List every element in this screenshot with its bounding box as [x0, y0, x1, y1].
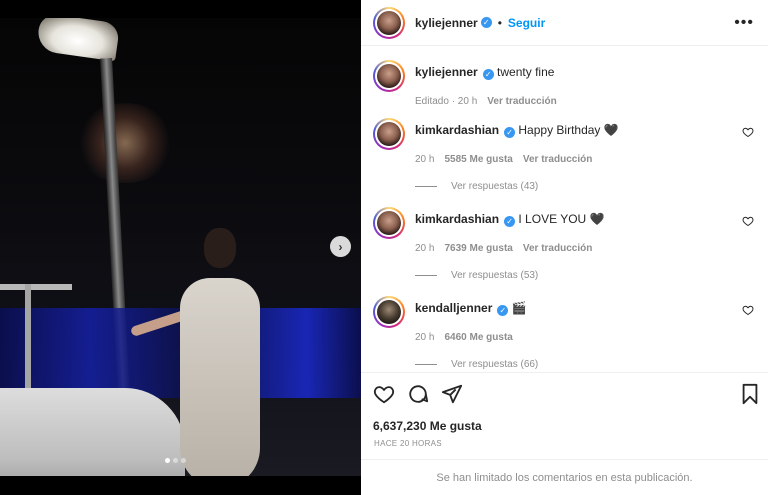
comment-icon[interactable] — [407, 383, 429, 405]
caption: kyliejenner ✓ twenty fine Editado · 20 h … — [373, 58, 758, 107]
carousel-dot — [181, 458, 186, 463]
view-replies-button[interactable]: Ver respuestas (43) — [415, 181, 758, 192]
translate-link[interactable]: Ver traducción — [523, 243, 592, 254]
photo-figure — [129, 228, 265, 476]
next-arrow-button[interactable]: › — [330, 236, 351, 257]
caption-meta: Editado · 20 h Ver traducción — [415, 96, 758, 107]
comment-text: Happy Birthday 🖤 — [518, 123, 619, 137]
comment-time: 20 h — [415, 332, 435, 343]
avatar[interactable] — [373, 60, 405, 92]
post-likes-count[interactable]: 6,637,230 Me gusta — [373, 419, 482, 433]
photo-lamp — [35, 18, 121, 62]
verified-badge-icon: ✓ — [504, 216, 516, 227]
bookmark-icon[interactable] — [739, 383, 761, 405]
separator: • — [497, 15, 502, 30]
caption-edited: Editado · 20 h — [415, 96, 478, 107]
photo-firework — [75, 103, 175, 183]
replies-label: Ver respuestas (66) — [451, 359, 539, 370]
heart-icon[interactable] — [742, 215, 754, 227]
verified-badge-icon: ✓ — [497, 305, 509, 316]
post-header: kyliejenner ✓ • Seguir ••• — [361, 0, 768, 46]
chevron-right-icon: › — [338, 239, 343, 254]
caption-text: twenty fine — [497, 65, 555, 79]
replies-label: Ver respuestas (53) — [451, 270, 539, 281]
avatar[interactable] — [373, 207, 405, 239]
heart-icon[interactable] — [373, 383, 395, 405]
heart-icon[interactable] — [742, 126, 754, 138]
comment-item: kendalljenner ✓ 🎬 20 h 6460 Me gusta Ver … — [373, 294, 758, 370]
comment-likes[interactable]: 7639 Me gusta — [444, 243, 512, 254]
follow-button[interactable]: Seguir — [508, 16, 545, 30]
comment-username[interactable]: kendalljenner — [415, 301, 492, 315]
comment-time: 20 h — [415, 154, 435, 165]
paper-plane-icon[interactable] — [441, 383, 463, 405]
more-options-icon[interactable]: ••• — [734, 14, 754, 32]
comment-meta: 20 h 7639 Me gusta Ver traducción — [415, 243, 758, 254]
comment-meta: 20 h 6460 Me gusta — [415, 332, 758, 343]
comment-username[interactable]: kimkardashian — [415, 123, 499, 137]
comment-item: kimkardashian ✓ Happy Birthday 🖤 20 h 558… — [373, 116, 758, 192]
verified-badge-icon: ✓ — [504, 127, 516, 138]
avatar[interactable] — [373, 6, 405, 39]
post-media: › — [0, 0, 361, 495]
comment-likes[interactable]: 5585 Me gusta — [444, 154, 512, 165]
post-time-ago: HACE 20 HORAS — [374, 439, 442, 448]
view-replies-button[interactable]: Ver respuestas (53) — [415, 270, 758, 281]
comment-meta: 20 h 5585 Me gusta Ver traducción — [415, 154, 758, 165]
heart-icon[interactable] — [742, 304, 754, 316]
view-replies-button[interactable]: Ver respuestas (66) — [415, 359, 758, 370]
verified-badge-icon: ✓ — [482, 69, 494, 80]
post-photo — [0, 18, 361, 476]
post-actions: 6,637,230 Me gusta HACE 20 HORAS Se han … — [361, 372, 768, 495]
translate-link[interactable]: Ver traducción — [523, 154, 592, 165]
author-username[interactable]: kyliejenner — [415, 16, 478, 30]
carousel-dots — [165, 458, 186, 463]
photo-boat — [0, 388, 185, 476]
photo-rail — [0, 284, 72, 290]
comment-text: I LOVE YOU 🖤 — [518, 212, 605, 226]
comments-list: kyliejenner ✓ twenty fine Editado · 20 h … — [361, 46, 768, 372]
comments-limited-text: Se han limitado los comentarios en esta … — [436, 472, 693, 484]
caption-username[interactable]: kyliejenner — [415, 65, 478, 79]
translate-link[interactable]: Ver traducción — [487, 96, 556, 107]
avatar[interactable] — [373, 296, 405, 328]
comment-likes[interactable]: 6460 Me gusta — [444, 332, 512, 343]
comment-item: kimkardashian ✓ I LOVE YOU 🖤 20 h 7639 Me… — [373, 205, 758, 281]
carousel-dot — [173, 458, 178, 463]
replies-label: Ver respuestas (43) — [451, 181, 539, 192]
post-panel: kyliejenner ✓ • Seguir ••• kyliejenner ✓ … — [361, 0, 768, 495]
comment-username[interactable]: kimkardashian — [415, 212, 499, 226]
verified-badge-icon: ✓ — [480, 17, 492, 28]
avatar[interactable] — [373, 118, 405, 150]
comment-time: 20 h — [415, 243, 435, 254]
carousel-dot — [165, 458, 170, 463]
comment-text: 🎬 — [511, 301, 527, 315]
comments-limited-notice: Se han limitado los comentarios en esta … — [361, 459, 768, 495]
